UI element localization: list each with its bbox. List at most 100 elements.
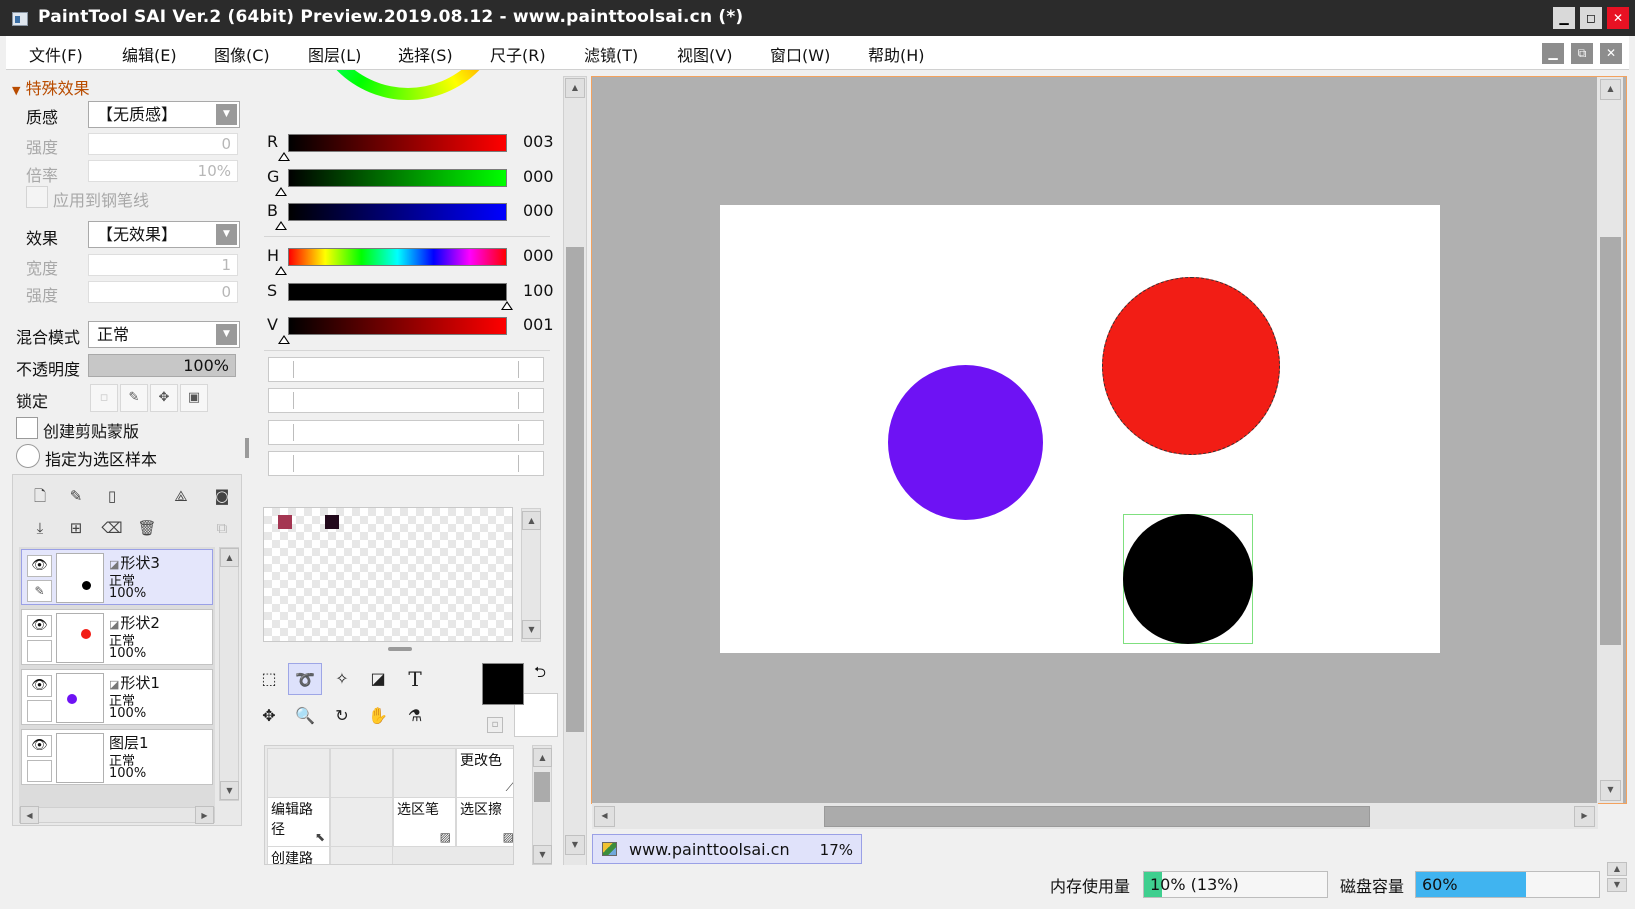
doc-close-button[interactable]: ✕ [1600, 43, 1622, 64]
scroll-down-icon[interactable]: ▼ [565, 835, 585, 855]
hand-tool-icon[interactable]: ✋ [361, 700, 395, 732]
move-tool-icon[interactable]: ✥ [252, 700, 286, 732]
mask-icon[interactable]: ◙ [209, 483, 235, 509]
canvas-viewport[interactable]: ▲ ▼ [591, 76, 1627, 804]
lock-transparency-icon[interactable]: ▫ [90, 384, 118, 412]
brush-change-color[interactable]: 更改色 ⟋ [456, 748, 513, 798]
custom-slider-slot[interactable] [268, 357, 544, 382]
new-linework-layer-icon[interactable]: ✎ [63, 483, 89, 509]
lock-all-icon[interactable]: ▣ [180, 384, 208, 412]
duplicate-icon[interactable]: ⧉ [209, 515, 235, 541]
scroll-up-icon[interactable]: ▲ [220, 548, 239, 567]
brush-create-path[interactable]: 创建路径 [267, 846, 330, 864]
swatch[interactable] [325, 515, 339, 529]
opacity-slider[interactable]: 100% [88, 354, 236, 377]
brush-slot[interactable] [393, 748, 456, 798]
apply-pen-checkbox[interactable] [26, 186, 48, 208]
menu-image[interactable]: 图像(C) [214, 42, 270, 66]
v-value[interactable]: 001 [523, 315, 554, 334]
v-slider[interactable] [288, 317, 507, 335]
s-slider-handle[interactable] [501, 301, 513, 310]
new-layer-icon[interactable]: 🗋 [27, 483, 53, 509]
r-slider[interactable] [288, 134, 507, 152]
texture-scale-field[interactable]: 10% [88, 160, 238, 182]
scroll-down-icon[interactable]: ▼ [522, 620, 541, 639]
scroll-up-icon[interactable]: ▲ [565, 78, 585, 98]
canvas-vscrollbar[interactable]: ▲ ▼ [1597, 77, 1623, 803]
layer-lock-slot[interactable] [27, 700, 52, 722]
g-slider[interactable] [288, 169, 507, 187]
layer-lock-slot[interactable] [27, 640, 52, 662]
scroll-thumb[interactable] [534, 772, 550, 802]
scroll-left-icon[interactable]: ◀ [20, 806, 39, 824]
texture-strength-field[interactable]: 0 [88, 133, 238, 155]
menu-ruler[interactable]: 尺子(R) [490, 42, 546, 66]
s-value[interactable]: 100 [523, 281, 554, 300]
color-wheel[interactable] [308, 70, 508, 100]
clear-layer-icon[interactable]: ⌫ [99, 515, 125, 541]
red-circle-shape[interactable] [1102, 277, 1280, 455]
h-slider[interactable] [288, 248, 507, 266]
layer-lock-slot[interactable] [27, 760, 52, 782]
scroll-up-icon[interactable]: ▲ [1607, 862, 1627, 876]
b-value[interactable]: 000 [523, 201, 554, 220]
layer-item[interactable]: 👁 ◪形状1 正常 100% [21, 669, 213, 725]
v-slider-handle[interactable] [278, 335, 290, 344]
lock-move-icon[interactable]: ✥ [150, 384, 178, 412]
panel-scrollbar[interactable]: ▲ ▼ [563, 76, 587, 866]
trash-icon[interactable]: 🗑 [134, 515, 160, 541]
merge-down-icon[interactable]: ⤓ [27, 515, 53, 541]
scroll-up-icon[interactable]: ▲ [533, 748, 552, 767]
eye-icon[interactable]: 👁 [27, 675, 52, 697]
scroll-thumb[interactable] [1600, 237, 1621, 645]
scroll-right-icon[interactable]: ▶ [1574, 806, 1595, 827]
b-slider-handle[interactable] [275, 221, 287, 230]
brush-slot[interactable] [330, 748, 393, 798]
menu-layer[interactable]: 图层(L) [308, 42, 361, 66]
document-tab[interactable]: www.painttoolsai.cn 17% [592, 834, 862, 864]
g-slider-handle[interactable] [275, 187, 287, 196]
panel-splitter[interactable] [388, 647, 412, 651]
scroll-right-icon[interactable]: ▶ [195, 806, 214, 824]
scroll-thumb[interactable] [824, 806, 1370, 827]
layer-list-scrollbar[interactable]: ▲ ▼ [219, 547, 239, 801]
menu-select[interactable]: 选择(S) [398, 42, 453, 66]
g-value[interactable]: 000 [523, 167, 554, 186]
brush-slot[interactable] [267, 748, 330, 798]
menu-filter[interactable]: 滤镜(T) [584, 42, 638, 66]
custom-slider-slot[interactable] [268, 388, 544, 413]
layer-item[interactable]: 👁 图层1 正常 100% [21, 729, 213, 785]
eye-icon[interactable]: 👁 [27, 735, 52, 757]
brush-slot[interactable] [330, 846, 393, 864]
clipping-mask-checkbox[interactable] [16, 417, 38, 439]
lasso-tool-icon[interactable]: ➰ [288, 663, 322, 695]
transparent-color-icon[interactable]: ▫ [487, 717, 503, 733]
effect-width-field[interactable]: 1 [88, 254, 238, 276]
eye-icon[interactable]: 👁 [27, 555, 52, 577]
brush-edit-path[interactable]: 编辑路径 ⬉ [267, 797, 330, 847]
panel-splitter[interactable] [245, 438, 249, 458]
layer-item[interactable]: 👁 ◪形状2 正常 100% [21, 609, 213, 665]
lock-pen-icon[interactable]: ✎ [120, 384, 148, 412]
eye-icon[interactable]: 👁 [27, 615, 52, 637]
canvas-hscrollbar[interactable]: ◀ ▶ [592, 803, 1598, 829]
canvas-paper[interactable] [720, 205, 1440, 653]
scroll-up-icon[interactable]: ▲ [1600, 79, 1621, 100]
b-slider[interactable] [288, 203, 507, 221]
brush-selection-eraser[interactable]: 选区擦 ▨ [456, 797, 513, 847]
text-tool-icon[interactable]: T [398, 663, 432, 695]
zoom-tool-icon[interactable]: 🔍 [288, 700, 322, 732]
menu-file[interactable]: 文件(F) [29, 42, 83, 66]
layer-list-hscrollbar[interactable]: ◀ ▶ [19, 806, 215, 824]
maximize-button[interactable]: ◻ [1580, 7, 1602, 29]
doc-minimize-button[interactable]: ▁ [1542, 43, 1564, 64]
scroll-up-icon[interactable]: ▲ [522, 511, 541, 530]
doc-restore-button[interactable]: ⧉ [1571, 43, 1593, 64]
purple-circle-shape[interactable] [888, 365, 1043, 520]
custom-slider-slot[interactable] [268, 420, 544, 445]
scroll-down-icon[interactable]: ▼ [220, 781, 239, 800]
layer-item[interactable]: 👁 ✎ ◪形状3 正常 100% [21, 549, 213, 605]
r-slider-handle[interactable] [278, 152, 290, 161]
brush-slot[interactable] [330, 797, 393, 847]
menu-edit[interactable]: 编辑(E) [122, 42, 177, 66]
